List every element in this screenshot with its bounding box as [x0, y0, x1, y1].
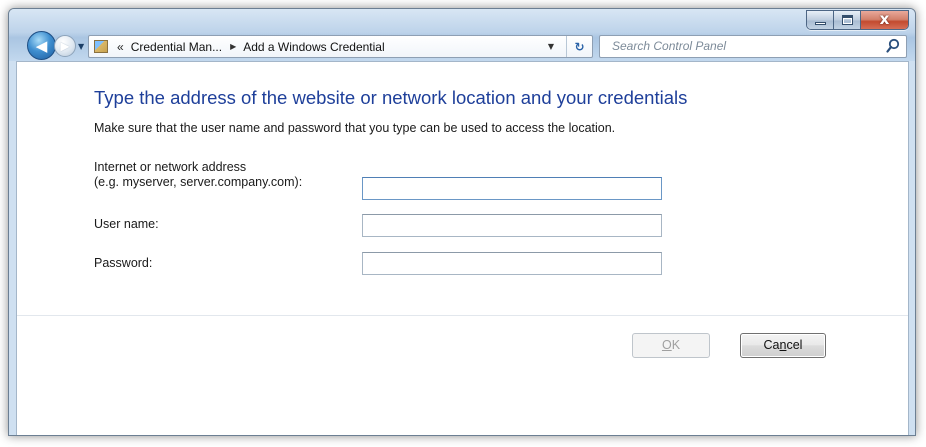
back-arrow-icon: ◀ [35, 36, 48, 55]
breadcrumb-overflow-chevron[interactable]: « [117, 40, 124, 54]
page-subtitle: Make sure that the user name and passwor… [94, 121, 616, 135]
close-icon: x [879, 10, 890, 28]
network-address-field[interactable] [362, 177, 662, 200]
address-label-line1: Internet or network address [94, 160, 247, 174]
cancel-button[interactable]: Cancel [740, 333, 826, 358]
recent-pages-dropdown-icon[interactable]: ▼ [78, 42, 84, 51]
caption-buttons: x [806, 10, 909, 30]
refresh-icon[interactable]: ↻ [566, 36, 592, 57]
search-placeholder: Search Control Panel [612, 39, 727, 53]
close-button[interactable]: x [861, 10, 908, 29]
ok-label-mnemonic: O [661, 338, 672, 352]
username-label: User name: [94, 217, 159, 231]
forward-arrow-icon: ▶ [60, 39, 70, 53]
address-label: Internet or network address (e.g. myserv… [94, 160, 302, 190]
forward-button[interactable]: ▶ [54, 35, 76, 57]
content-pane: Type the address of the website or netwo… [16, 61, 909, 435]
search-box[interactable]: Search Control Panel [599, 35, 907, 58]
title-bar[interactable]: x ◀ ▶ ▼ « Credential Man... ▶ Add a Wind… [9, 9, 915, 61]
maximize-button[interactable] [834, 11, 861, 29]
cancel-label-prefix: Ca [763, 338, 780, 352]
back-button[interactable]: ◀ [27, 31, 56, 60]
maximize-icon [842, 15, 853, 25]
address-dropdown-icon[interactable]: ▼ [548, 42, 554, 51]
password-field[interactable] [362, 252, 662, 275]
ok-label-suffix: K [671, 338, 681, 352]
footer-divider [17, 315, 908, 316]
username-field[interactable] [362, 214, 662, 237]
control-panel-icon [94, 40, 108, 53]
address-bar[interactable]: « Credential Man... ▶ Add a Windows Cred… [88, 35, 593, 58]
breadcrumb-add-windows-credential[interactable]: Add a Windows Credential [243, 40, 384, 54]
page-title: Type the address of the website or netwo… [94, 87, 688, 108]
minimize-icon [815, 22, 826, 25]
cancel-label-suffix: cel [786, 338, 803, 352]
password-label: Password: [94, 256, 153, 270]
ok-button[interactable]: OK [632, 333, 710, 358]
breadcrumb-separator-icon[interactable]: ▶ [230, 42, 236, 51]
minimize-button[interactable] [807, 11, 834, 29]
credential-manager-window: x ◀ ▶ ▼ « Credential Man... ▶ Add a Wind… [8, 8, 916, 436]
breadcrumb-credential-manager[interactable]: Credential Man... [131, 40, 222, 54]
address-label-line2: (e.g. myserver, server.company.com): [94, 175, 303, 189]
search-icon[interactable] [886, 38, 900, 54]
